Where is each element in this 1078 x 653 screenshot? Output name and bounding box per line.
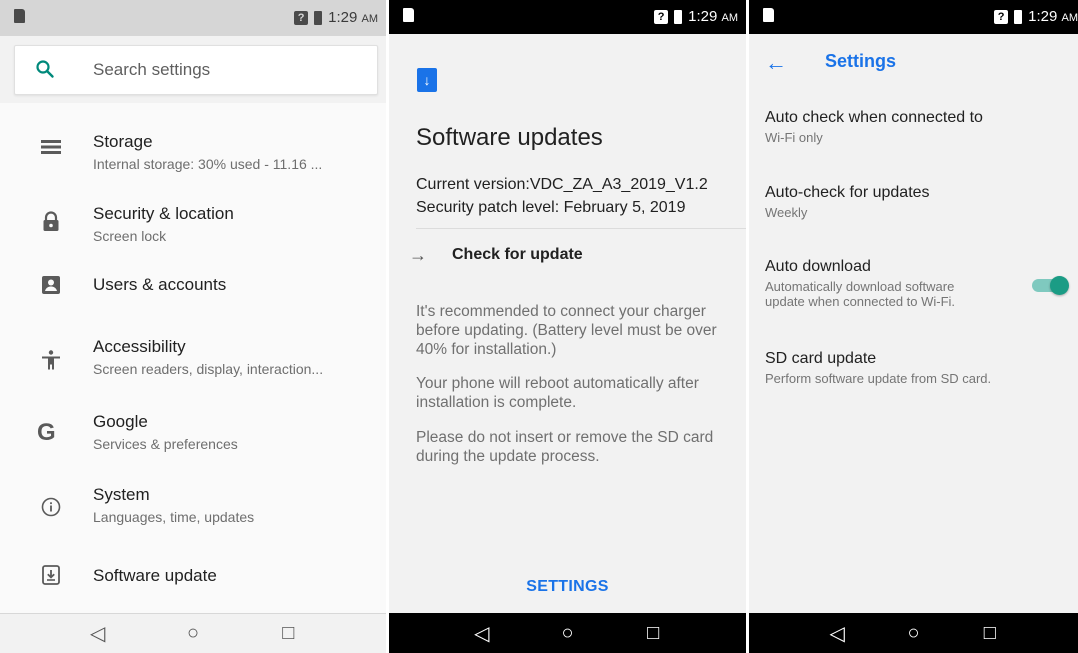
settings-item-title: Security & location bbox=[93, 204, 234, 223]
pref-subtitle: Weekly bbox=[765, 205, 808, 220]
settings-item-title: Software update bbox=[93, 566, 217, 585]
home-button[interactable]: ○ bbox=[893, 622, 933, 645]
current-version: Current version:VDC_ZA_A3_2019_V1.2 bbox=[416, 176, 708, 193]
system-update-icon bbox=[42, 565, 60, 585]
settings-item-subtitle: Languages, time, updates bbox=[93, 509, 255, 525]
pref-auto-check-connection[interactable]: Auto check when connected to Wi-Fi only bbox=[765, 109, 1078, 145]
back-button[interactable]: ◁ bbox=[78, 621, 118, 646]
search-bar[interactable]: Search settings bbox=[14, 45, 378, 95]
recents-button[interactable]: □ bbox=[970, 622, 1010, 645]
note-reboot: Your phone will reboot automatically aft… bbox=[416, 375, 699, 411]
info-icon bbox=[41, 497, 61, 517]
arrow-right-icon: → bbox=[409, 245, 427, 265]
software-updates-screen: ? 1:29 AM ↓ Software updates Current ver… bbox=[389, 0, 746, 653]
settings-item-subtitle: Internal storage: 30% used - 11.16 ... bbox=[93, 156, 323, 172]
pref-sd-card-update[interactable]: SD card update Perform software update f… bbox=[765, 350, 1078, 386]
toggle-thumb bbox=[1050, 276, 1069, 295]
sim-card-icon bbox=[763, 8, 774, 22]
search-icon bbox=[36, 60, 54, 78]
home-button[interactable]: ○ bbox=[547, 622, 587, 645]
pref-title: SD card update bbox=[765, 350, 877, 367]
settings-item-google[interactable]: G Google Services & preferences bbox=[0, 405, 386, 475]
settings-home-screen: ? 1:29 AM Search settings Storage Intern… bbox=[0, 0, 386, 653]
settings-list: Storage Internal storage: 30% used - 11.… bbox=[0, 103, 386, 613]
battery-icon bbox=[1014, 9, 1023, 24]
security-patch-level: Security patch level: February 5, 2019 bbox=[416, 199, 686, 216]
google-icon: G bbox=[37, 419, 56, 446]
back-button[interactable]: ◁ bbox=[817, 621, 857, 646]
storage-icon bbox=[41, 140, 61, 154]
sim-card-icon bbox=[14, 9, 25, 23]
system-update-icon: ↓ bbox=[417, 68, 437, 92]
pref-title: Auto-check for updates bbox=[765, 184, 930, 201]
note-sd-card: Please do not insert or remove the SD ca… bbox=[416, 429, 714, 465]
auto-download-toggle[interactable] bbox=[1032, 276, 1069, 295]
settings-button[interactable]: SETTINGS bbox=[389, 578, 746, 596]
pref-title: Auto check when connected to bbox=[765, 109, 983, 126]
status-bar: ? 1:29 AM bbox=[0, 0, 386, 36]
recents-button[interactable]: □ bbox=[268, 622, 308, 645]
status-bar: ? 1:29 AM bbox=[389, 0, 746, 34]
settings-item-accessibility[interactable]: Accessibility Screen readers, display, i… bbox=[0, 333, 386, 403]
back-button[interactable]: ◁ bbox=[462, 621, 502, 646]
settings-item-subtitle: Screen lock bbox=[93, 228, 167, 244]
pref-title: Auto download bbox=[765, 258, 871, 275]
check-for-update-label: Check for update bbox=[452, 246, 583, 263]
settings-item-users[interactable]: Users & accounts bbox=[0, 263, 386, 333]
navigation-bar: ◁ ○ □ bbox=[389, 613, 746, 653]
no-signal-icon: ? bbox=[654, 9, 669, 24]
settings-item-title: Storage bbox=[93, 132, 153, 151]
search-input[interactable]: Search settings bbox=[93, 60, 210, 80]
update-settings-screen: ? 1:29 AM ← Settings Auto check when con… bbox=[749, 0, 1078, 653]
version-info: Current version:VDC_ZA_A3_2019_V1.2 Secu… bbox=[416, 173, 708, 219]
settings-item-subtitle: Services & preferences bbox=[93, 436, 238, 452]
settings-item-title: Users & accounts bbox=[93, 275, 227, 294]
settings-item-subtitle: Screen readers, display, interaction... bbox=[93, 361, 324, 377]
pref-subtitle: Automatically download software update w… bbox=[765, 279, 956, 309]
status-time: 1:29 AM bbox=[328, 9, 378, 26]
lock-icon bbox=[43, 211, 59, 231]
check-for-update-button[interactable]: → Check for update bbox=[409, 245, 729, 269]
back-arrow-icon[interactable]: ← bbox=[765, 50, 787, 76]
pref-auto-check-frequency[interactable]: Auto-check for updates Weekly bbox=[765, 184, 1078, 220]
note-charger: It's recommended to connect your charger… bbox=[416, 303, 717, 358]
pref-subtitle: Wi-Fi only bbox=[765, 130, 823, 145]
home-button[interactable]: ○ bbox=[173, 622, 213, 645]
recents-button[interactable]: □ bbox=[633, 622, 673, 645]
navigation-bar: ◁ ○ □ bbox=[0, 613, 386, 653]
settings-item-system[interactable]: System Languages, time, updates bbox=[0, 478, 386, 548]
page-title: Settings bbox=[825, 51, 897, 71]
status-time: 1:29 AM bbox=[1028, 8, 1078, 25]
sim-card-icon bbox=[403, 8, 414, 22]
settings-item-title: Accessibility bbox=[93, 337, 186, 356]
pref-subtitle: Perform software update from SD card. bbox=[765, 371, 992, 386]
settings-item-storage[interactable]: Storage Internal storage: 30% used - 11.… bbox=[0, 116, 386, 186]
page-title: Software updates bbox=[416, 124, 603, 151]
settings-item-title: Google bbox=[93, 412, 148, 431]
no-signal-icon: ? bbox=[994, 9, 1009, 24]
accessibility-icon bbox=[42, 350, 60, 370]
battery-icon bbox=[674, 9, 683, 24]
pref-auto-download[interactable]: Auto download Automatically download sof… bbox=[765, 258, 998, 309]
status-bar: ? 1:29 AM bbox=[749, 0, 1078, 34]
no-signal-icon: ? bbox=[294, 10, 309, 25]
settings-item-security[interactable]: Security & location Screen lock bbox=[0, 190, 386, 260]
settings-item-title: System bbox=[93, 485, 150, 504]
status-time: 1:29 AM bbox=[688, 8, 738, 25]
divider bbox=[416, 228, 746, 229]
battery-icon bbox=[314, 10, 323, 25]
navigation-bar: ◁ ○ □ bbox=[749, 613, 1078, 653]
account-box-icon bbox=[42, 276, 60, 294]
